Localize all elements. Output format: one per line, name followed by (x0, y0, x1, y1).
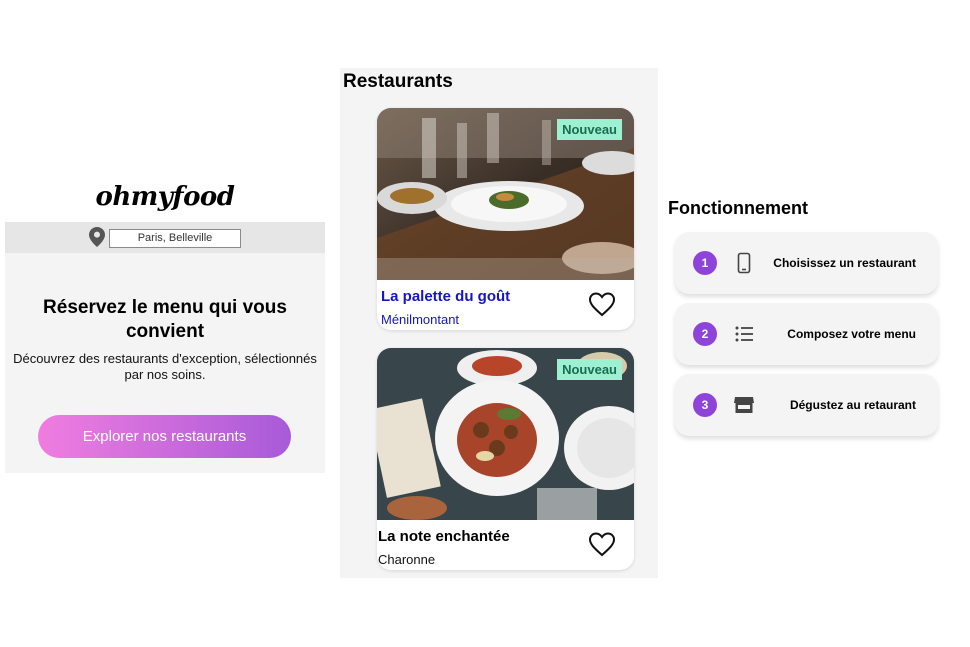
new-badge: Nouveau (557, 119, 622, 140)
step-number: 2 (693, 322, 717, 346)
step-number: 1 (693, 251, 717, 275)
list-icon (735, 326, 753, 342)
step-card: 1 Choisissez un restaurant (675, 232, 938, 294)
hero-block: Réservez le menu qui vous convient Décou… (5, 253, 325, 473)
restaurants-section: Restaurants Nouveau La palette du goût M… (340, 68, 658, 578)
storefront-icon (734, 397, 754, 413)
explore-restaurants-button[interactable]: Explorer nos restaurants (38, 415, 291, 458)
new-badge: Nouveau (557, 359, 622, 380)
hero-title: Réservez le menu qui vous convient (43, 297, 287, 342)
how-it-works-section: Fonctionnement 1 Choisissez un restauran… (668, 198, 948, 448)
smartphone-icon (737, 252, 751, 274)
map-pin-icon (89, 227, 105, 247)
restaurant-name[interactable]: La palette du goût (381, 288, 510, 305)
hero-section: ohmyfood Paris, Belleville Réservez le m… (5, 180, 325, 473)
how-it-works-title: Fonctionnement (668, 198, 808, 218)
heart-outline-icon[interactable] (588, 291, 616, 317)
restaurant-card[interactable]: Nouveau La palette du goût Ménilmontant (377, 108, 634, 330)
restaurant-name[interactable]: La note enchantée (378, 528, 510, 545)
ohmyfood-logo[interactable]: ohmyfood (5, 182, 325, 212)
restaurant-location: Charonne (378, 552, 436, 567)
step-number: 3 (693, 393, 717, 417)
step-label: Dégustez au retaurant (789, 398, 916, 412)
step-card: 3 Dégustez au retaurant (675, 374, 938, 436)
step-card: 2 Composez votre menu (675, 303, 938, 365)
heart-outline-icon[interactable] (588, 531, 616, 557)
restaurant-card[interactable]: Nouveau La note enchantée Charonne (377, 348, 634, 570)
location-bar: Paris, Belleville (5, 222, 325, 253)
restaurant-location: Ménilmontant (381, 312, 460, 327)
location-field[interactable]: Paris, Belleville (109, 229, 241, 248)
hero-subtitle: Découvrez des restaurants d'exception, s… (13, 351, 317, 382)
step-label: Composez votre menu (787, 327, 916, 341)
restaurants-title: Restaurants (343, 71, 453, 92)
step-label: Choisissez un restaurant (773, 256, 916, 270)
